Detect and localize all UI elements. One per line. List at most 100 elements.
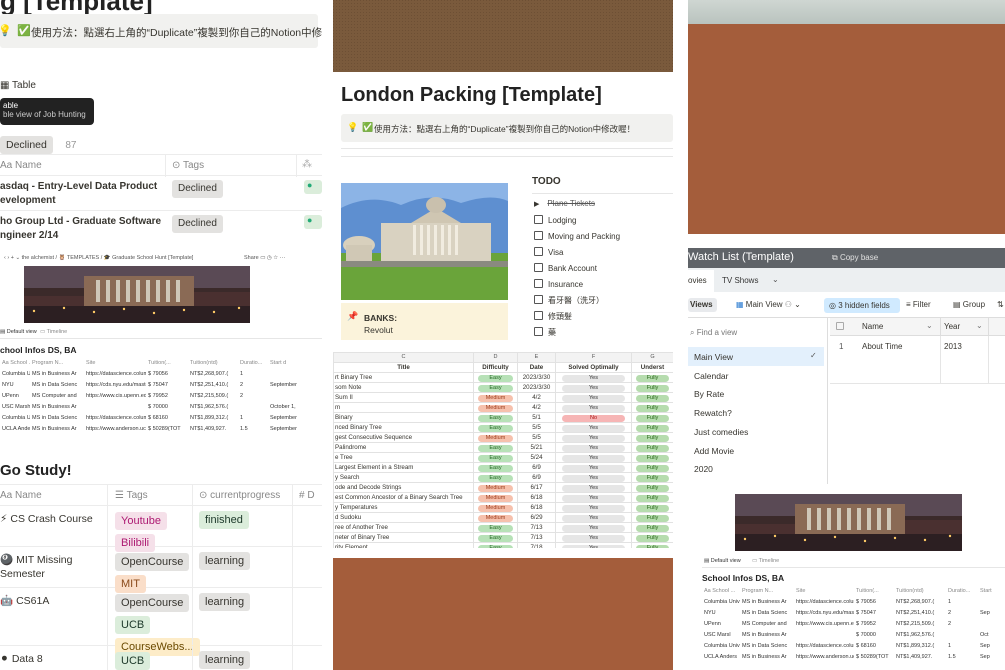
solved-cell[interactable]: Yes [555, 462, 632, 473]
difficulty-cell[interactable]: Easy [473, 532, 518, 543]
status-filter[interactable]: Declined 87 [0, 135, 76, 154]
solved-cell[interactable]: Yes [555, 392, 632, 403]
find-view-input[interactable]: ⌕ Find a view [690, 328, 737, 338]
list-item[interactable]: 🎱 MIT Missing Semester OpenCourse MIT learnin… [0, 547, 322, 593]
date-cell[interactable]: 6/18 [517, 502, 556, 513]
sheet-row[interactable]: neter of Binary Tree Easy 7/13 Yes Fully [333, 532, 673, 543]
difficulty-cell[interactable]: Easy [473, 382, 518, 393]
solved-cell[interactable]: Yes [555, 492, 632, 503]
understand-cell[interactable]: Fully [631, 372, 673, 383]
difficulty-cell[interactable]: Easy [473, 412, 518, 423]
solved-cell[interactable]: Yes [555, 472, 632, 483]
table-row[interactable]: UPenn MS Computer and https://www.cis.upen… [702, 618, 1005, 629]
table-row[interactable]: Columbia UnivMS in Data Scienc https://da… [702, 640, 1005, 651]
tab-timeline[interactable]: ▭ Timeline [40, 329, 67, 335]
column-header[interactable]: Tuition(... [146, 357, 188, 368]
sheet-row[interactable]: Binary Easy 5/1 No Fully [333, 412, 673, 423]
todo-checkbox[interactable] [534, 263, 543, 272]
solved-cell[interactable]: Yes [555, 542, 632, 548]
column-letter[interactable]: F [555, 352, 632, 363]
column-letter[interactable]: D [473, 352, 518, 363]
solved-cell[interactable]: Yes [555, 452, 632, 463]
understand-cell[interactable]: Fully [631, 422, 673, 433]
solved-cell[interactable]: Yes [555, 522, 632, 533]
difficulty-cell[interactable]: Easy [473, 522, 518, 533]
sheet-row[interactable]: som Note Easy 2023/3/30 Yes Fully [333, 382, 673, 393]
understand-cell[interactable]: Fully [631, 502, 673, 513]
tab-movies[interactable]: ovies [688, 270, 714, 292]
todo-item[interactable]: Visa [534, 247, 673, 263]
todo-item[interactable]: Moving and Packing [534, 231, 673, 247]
date-cell[interactable]: 5/5 [517, 422, 556, 433]
column-header[interactable]: Start d [268, 357, 322, 368]
date-cell[interactable]: 6/9 [517, 472, 556, 483]
filter-button[interactable]: ≡ Filter [906, 300, 931, 309]
table-row[interactable]: Columbia UnivMS in Business Ar https://da… [702, 596, 1005, 607]
tab-tv-shows[interactable]: TV Shows [722, 276, 758, 285]
header-cell[interactable]: Solved Optimally [555, 362, 632, 373]
header-cell[interactable]: Difficulty [473, 362, 518, 373]
difficulty-cell[interactable]: Easy [473, 372, 518, 383]
problem-title[interactable]: Largest Element in a Stream [333, 462, 474, 473]
todo-item[interactable]: 藥 [534, 327, 673, 339]
sheet-row[interactable]: ode and Decode Strings Medium 6/17 Yes Fully [333, 482, 673, 493]
table-row[interactable]: UCLA AndersMS in Business Arhttps://www.… [0, 423, 322, 434]
solved-cell[interactable]: Yes [555, 422, 632, 433]
problem-title[interactable]: y Search [333, 472, 474, 483]
copy-base-button[interactable]: ⧉ Copy base [832, 253, 878, 263]
sheet-row[interactable]: y Search Easy 6/9 Yes Fully [333, 472, 673, 483]
sheet-row[interactable]: Palindrome Easy 5/21 Yes Fully [333, 442, 673, 453]
solved-cell[interactable]: Yes [555, 502, 632, 513]
solved-cell[interactable]: Yes [555, 372, 632, 383]
hidden-fields-button[interactable]: ◎ 3 hidden fields [824, 298, 900, 313]
understand-cell[interactable]: Fully [631, 462, 673, 473]
date-cell[interactable]: 6/29 [517, 512, 556, 523]
understand-cell[interactable]: Fully [631, 512, 673, 523]
difficulty-cell[interactable]: Easy [473, 452, 518, 463]
header-progress[interactable]: ⊙ currentprogress [199, 490, 280, 501]
date-cell[interactable]: 2023/3/30 [517, 382, 556, 393]
view-item[interactable]: Main View [694, 352, 733, 362]
understand-cell[interactable]: Fully [631, 472, 673, 483]
difficulty-cell[interactable]: Easy [473, 442, 518, 453]
table-row[interactable]: Columbia UnivMS in Business Ar https://da… [0, 368, 322, 379]
solved-cell[interactable]: Yes [555, 512, 632, 523]
date-cell[interactable]: 4/2 [517, 392, 556, 403]
todo-checkbox[interactable] [534, 231, 543, 240]
table-row[interactable]: UCLA AndersMS in Business Arhttps://www.… [702, 651, 1005, 662]
view-item[interactable]: Calendar [694, 371, 729, 381]
difficulty-cell[interactable]: Medium [473, 392, 518, 403]
column-name[interactable]: Name [862, 322, 883, 331]
date-cell[interactable]: 2023/3/30 [517, 372, 556, 383]
date-cell[interactable]: 5/1 [517, 412, 556, 423]
tab-timeline[interactable]: ▭ Timeline [752, 558, 779, 564]
toggle-item[interactable]: ▶ Plane Tickets [534, 199, 673, 215]
difficulty-cell[interactable]: Medium [473, 492, 518, 503]
solved-cell[interactable]: Yes [555, 482, 632, 493]
todo-item[interactable]: 看牙醫（洗牙） [534, 295, 673, 311]
todo-item[interactable]: Insurance [534, 279, 673, 295]
column-header[interactable]: Site [84, 357, 146, 368]
column-header[interactable]: Start [978, 585, 1005, 596]
list-item[interactable]: 🤖 CS61A OpenCourse UCB CourseWebs... learning [0, 588, 322, 656]
problem-title[interactable]: y Temperatures [333, 502, 474, 513]
header-cell[interactable]: Underst [631, 362, 673, 373]
header-tags[interactable]: ⊙ Tags [172, 160, 204, 171]
date-cell[interactable]: 4/2 [517, 402, 556, 413]
views-button[interactable]: Views [688, 298, 717, 312]
difficulty-cell[interactable]: Easy [473, 462, 518, 473]
table-row[interactable]: UPenn MS Computer and https://www.cis.upen… [0, 390, 322, 401]
header-extra[interactable]: # D [299, 490, 315, 501]
main-view-selector[interactable]: ▦ Main View ⚇ ⌄ [736, 300, 801, 309]
solved-cell[interactable]: Yes [555, 442, 632, 453]
todo-item[interactable]: Bank Account [534, 263, 673, 279]
column-letter[interactable]: E [517, 352, 556, 363]
view-item[interactable]: Rewatch? [694, 408, 732, 418]
todo-item[interactable]: 修頭髮 [534, 311, 673, 327]
problem-title[interactable]: e Tree [333, 452, 474, 463]
table-row[interactable]: asdaq - Entry-Level Data Product evelopm… [0, 176, 322, 211]
solved-cell[interactable]: Yes [555, 432, 632, 443]
difficulty-cell[interactable]: Medium [473, 502, 518, 513]
list-item[interactable]: ⚡ CS Crash Course Youtube Bilibili finished [0, 506, 322, 552]
share-button[interactable]: Share ▭ ◷ ☆ ⋯ [244, 255, 285, 261]
